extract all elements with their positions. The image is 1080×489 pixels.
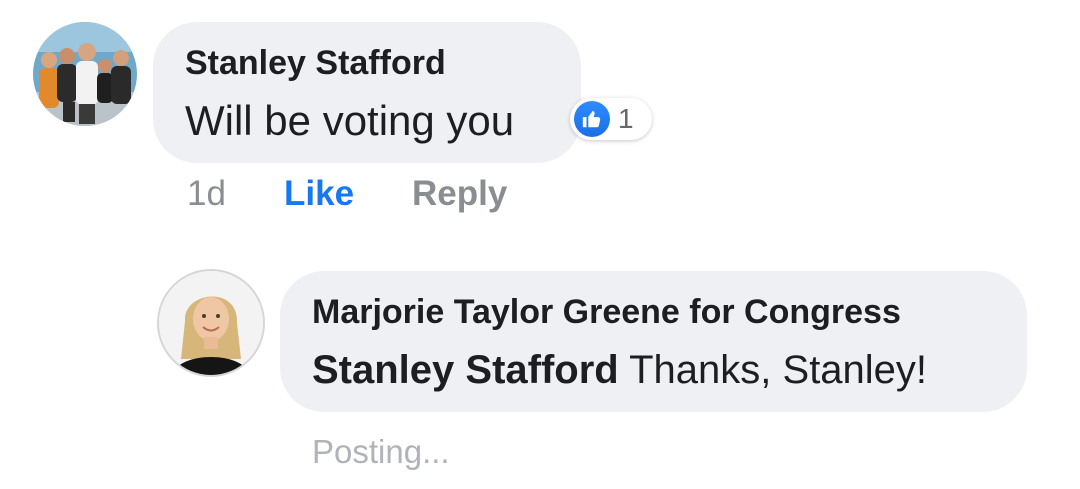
- reply-author[interactable]: Marjorie Taylor Greene for Congress: [312, 293, 901, 332]
- reply-button[interactable]: Reply: [412, 174, 507, 214]
- comment-author[interactable]: Stanley Stafford: [185, 44, 446, 83]
- comment-timestamp[interactable]: 1d: [187, 174, 226, 214]
- reply-text: Thanks, Stanley!: [618, 348, 928, 392]
- thumbs-up-icon: [574, 101, 610, 137]
- avatar[interactable]: [33, 22, 137, 126]
- comment-thread: Stanley Stafford Will be voting you 1 1d…: [0, 0, 1080, 489]
- comment-text: Will be voting you: [185, 97, 515, 144]
- reply-mention[interactable]: Stanley Stafford: [312, 348, 619, 392]
- reply-text-line: Stanley Stafford Thanks, Stanley!: [312, 348, 927, 393]
- profile-photo-image: [159, 271, 263, 375]
- like-button[interactable]: Like: [284, 174, 354, 214]
- group-photo-image: [33, 22, 137, 126]
- reply-avatar[interactable]: [159, 271, 263, 375]
- reaction-summary[interactable]: 1: [570, 98, 652, 140]
- posting-status: Posting...: [312, 433, 450, 470]
- reply-bubble: Marjorie Taylor Greene for Congress Stan…: [280, 271, 1027, 412]
- reaction-count: 1: [618, 103, 634, 134]
- comment-bubble: Stanley Stafford Will be voting you: [153, 22, 581, 163]
